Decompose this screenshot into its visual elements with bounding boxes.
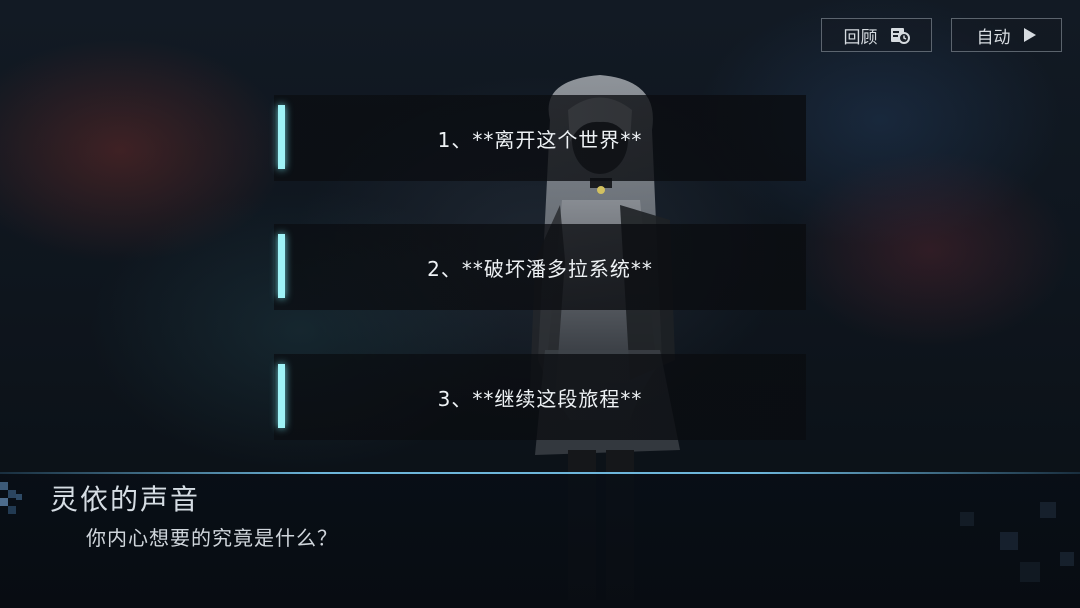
play-icon (1023, 28, 1036, 42)
speaker-name: 灵依的声音 (50, 483, 201, 516)
dialog-box[interactable]: 灵依的声音 你内心想要的究竟是什么？ (0, 472, 1080, 608)
review-label: 回顾 (843, 27, 878, 48)
pixel-decoration (0, 482, 22, 514)
choice-option-1[interactable]: 1、**离开这个世界** (274, 95, 806, 181)
auto-button[interactable]: 自动 (951, 18, 1062, 52)
choice-accent-bar (278, 364, 285, 428)
pixel-decoration (960, 502, 1074, 582)
choice-accent-bar (278, 105, 285, 169)
choice-accent-bar (278, 234, 285, 298)
dialog-divider (0, 472, 1080, 474)
review-button[interactable]: 回顾 (821, 18, 932, 52)
choice-option-2[interactable]: 2、**破坏潘多拉系统** (274, 224, 806, 310)
dialog-text: 你内心想要的究竟是什么？ (86, 526, 338, 550)
choice-label: 1、**离开这个世界** (437, 127, 643, 152)
choice-label: 2、**破坏潘多拉系统** (427, 256, 653, 281)
game-scene: 回顾 自动 1、**离开这个世界** 2、**破坏潘多拉系统** 3、**继续这… (0, 0, 1080, 608)
choice-label: 3、**继续这段旅程** (437, 386, 643, 411)
choice-option-3[interactable]: 3、**继续这段旅程** (274, 354, 806, 440)
auto-label: 自动 (976, 27, 1011, 48)
log-icon (890, 28, 910, 44)
